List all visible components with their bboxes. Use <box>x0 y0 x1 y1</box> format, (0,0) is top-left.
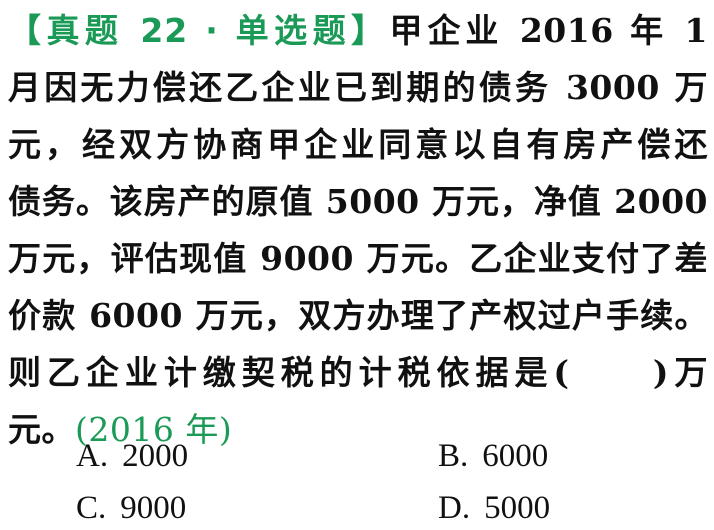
answer-options: A. 2000 B. 6000 C. 9000 D. 5000 <box>0 422 714 530</box>
option-a-letter: A. <box>76 438 109 474</box>
question-tag: 【真题 22 · 单选题】 <box>8 11 390 50</box>
stem-line-6: 价款 6000 万元，双方办理了产权过户手续。 <box>8 296 708 335</box>
option-a[interactable]: A. 2000 <box>76 436 188 476</box>
stem-line-4: 债务。该房产的原值 5000 万元，净值 2000 <box>8 182 708 221</box>
option-d-letter: D. <box>438 490 471 526</box>
stem-line-5: 万元，评估现值 9000 万元。乙企业支付了差 <box>8 239 708 278</box>
question-stem: 【真题 22 · 单选题】甲企业 2016 年 1 月因无力偿还乙企业已到期的债… <box>8 2 708 458</box>
stem-line-7: 则乙企业计缴契税的计税依据是( )万 <box>8 353 708 392</box>
stem-line-1: 【真题 22 · 单选题】甲企业 2016 年 1 <box>8 2 708 59</box>
option-d-value: 5000 <box>484 490 551 526</box>
question-page: 【真题 22 · 单选题】甲企业 2016 年 1 月因无力偿还乙企业已到期的债… <box>0 0 714 530</box>
option-c-letter: C. <box>76 490 107 526</box>
stem-line-2: 月因无力偿还乙企业已到期的债务 3000 万 <box>8 68 708 107</box>
option-b-value: 6000 <box>482 438 549 474</box>
stem-line-3: 元，经双方协商甲企业同意以自有房产偿还 <box>8 125 708 164</box>
option-c-value: 9000 <box>120 490 187 526</box>
stem-text-1: 甲企业 2016 年 1 <box>389 11 708 50</box>
option-d[interactable]: D. 5000 <box>438 488 550 528</box>
option-a-value: 2000 <box>122 438 189 474</box>
option-b[interactable]: B. 6000 <box>438 436 548 476</box>
option-b-letter: B. <box>438 438 469 474</box>
option-c[interactable]: C. 9000 <box>76 488 186 528</box>
